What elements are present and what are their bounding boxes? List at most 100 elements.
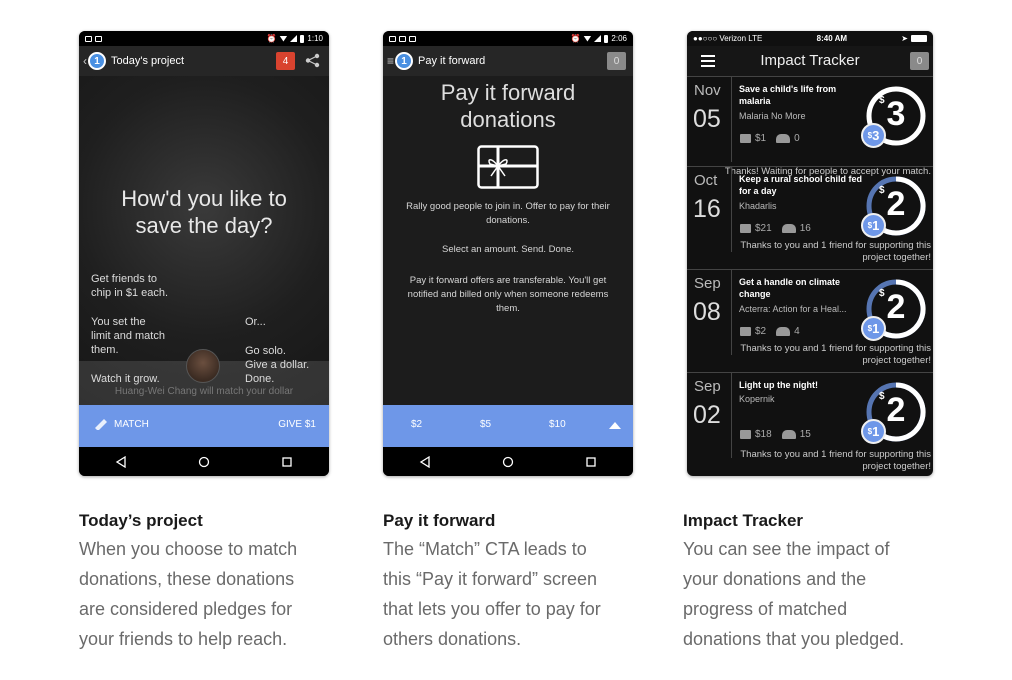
people-icon — [776, 327, 791, 336]
nav-back-icon[interactable] — [115, 455, 127, 468]
battery-icon — [300, 34, 305, 43]
people-icon — [781, 224, 796, 233]
notification-badge[interactable]: 0 — [910, 52, 929, 70]
row-stats: $21 16 — [740, 223, 811, 234]
give-button[interactable]: GIVE $1 — [278, 419, 316, 430]
row-stats: $18 15 — [740, 429, 811, 440]
amount-2-button[interactable]: $2 — [411, 419, 422, 430]
nav-home-icon[interactable] — [198, 456, 210, 468]
battery-icon — [911, 35, 927, 42]
action-bar: ‹ 1 Today's project 4 — [79, 46, 329, 76]
phone-pay-it-forward: ⏰ 2:06 ≡ 1 Pay it forward 0 Pay it forwar… — [383, 31, 633, 476]
matched-count-badge: $1 — [861, 213, 886, 238]
solo-text: Go solo. Give a dollar. Done. — [245, 345, 310, 385]
project-title: Save a child's life from malaria — [739, 84, 837, 106]
app-logo-icon[interactable]: 1 — [88, 52, 106, 70]
back-icon[interactable]: ‹ — [83, 54, 87, 68]
project-title: Keep a rural school child fed for a day — [739, 174, 863, 196]
status-bar: ●●○○○ Verizon LTE 8:40 AM ➤ — [687, 31, 933, 46]
nav-recents-icon[interactable] — [585, 456, 597, 468]
friends-text: Get friends to chip in $1 each. — [91, 273, 169, 299]
nav-home-icon[interactable] — [502, 456, 514, 468]
list-item[interactable]: Oct 16 Keep a rural school child fed for… — [687, 166, 933, 269]
instructions-text: Select an amount. Send. Done. — [441, 244, 575, 255]
caption-title: Impact Tracker — [683, 511, 804, 530]
notification-badge[interactable]: 4 — [276, 52, 295, 70]
row-stats: $1 0 — [740, 133, 800, 144]
date-month: Oct — [694, 172, 718, 189]
headline: How'd you like to save the day? — [121, 186, 287, 238]
menu-icon[interactable]: ≡ — [387, 54, 394, 68]
progress-ring: $2 $1 — [861, 278, 927, 341]
list-item[interactable]: Sep 08 Get a handle on climate change Ac… — [687, 269, 933, 372]
alarm-icon: ⏰ — [570, 34, 581, 43]
amount-bar: $2 $5 $10 — [383, 405, 633, 447]
date-day: 02 — [693, 401, 721, 429]
alarm-icon: ⏰ — [266, 34, 277, 43]
notification-badge[interactable]: 0 — [607, 52, 626, 70]
battery-icon — [604, 34, 609, 43]
system-nav-bar — [79, 447, 329, 476]
signal-icon — [290, 35, 298, 42]
people-icon — [776, 134, 791, 143]
avatar — [186, 349, 220, 383]
org-name: Kopernik — [739, 394, 775, 404]
intro-text: Rally good people to join in. Offer to p… — [406, 201, 610, 226]
matched-count-badge: $3 — [861, 123, 886, 148]
screen-title: Impact Tracker — [760, 52, 860, 69]
progress-ring: $3 $3 — [861, 85, 927, 148]
org-name: Acterra: Action for a Heal... — [739, 304, 847, 314]
row-note: Thanks to you and 1 friend for supportin… — [740, 240, 931, 263]
caption-impact-tracker: Impact Tracker You can see the impact of… — [683, 508, 943, 654]
org-name: Khadarlis — [739, 201, 777, 211]
wifi-icon — [279, 35, 288, 42]
matched-count-badge: $1 — [861, 316, 886, 341]
gift-icon — [740, 327, 751, 336]
share-icon[interactable] — [305, 53, 320, 68]
row-note: Thanks to you and 1 friend for supportin… — [740, 343, 931, 366]
gift-icon — [740, 430, 751, 439]
list-item[interactable]: Sep 02 Light up the night! Kopernik $18 1… — [687, 372, 933, 475]
status-time: 2:06 — [611, 34, 627, 43]
caption-todays-project: Today’s project When you choose to match… — [79, 508, 339, 654]
row-note: Thanks to you and 1 friend for supportin… — [740, 449, 931, 472]
date-month: Nov — [694, 82, 721, 99]
nav-back-icon[interactable] — [419, 455, 431, 468]
amount-10-button[interactable]: $10 — [549, 419, 566, 430]
page-heading: Pay it forward donations — [440, 80, 576, 132]
org-name: Malaria No More — [739, 111, 806, 121]
location-icon: ➤ — [901, 34, 908, 43]
status-bar: ⏰ 1:10 — [79, 31, 329, 46]
nav-header: Impact Tracker 0 — [687, 46, 933, 76]
list-item[interactable]: Nov 05 Save a child's life from malaria … — [687, 76, 933, 179]
transfer-text: Pay it forward offers are transferable. … — [407, 275, 609, 314]
matched-count-badge: $1 — [861, 419, 886, 444]
caption-title: Pay it forward — [383, 511, 496, 530]
status-time: 1:10 — [307, 34, 323, 43]
status-time: 8:40 AM — [816, 34, 848, 43]
phone-impact-tracker: ●●○○○ Verizon LTE 8:40 AM ➤ Impact Track… — [687, 31, 933, 476]
nav-recents-icon[interactable] — [281, 456, 293, 468]
action-bar: ≡ 1 Pay it forward 0 — [383, 46, 633, 76]
pencil-icon — [95, 419, 107, 430]
project-title: Get a handle on climate change — [739, 277, 841, 299]
cta-bar: MATCH GIVE $1 — [79, 405, 329, 447]
match-button[interactable]: MATCH — [93, 418, 149, 430]
date-month: Sep — [694, 275, 721, 292]
expand-up-icon[interactable] — [609, 421, 621, 429]
status-bar: ⏰ 2:06 — [383, 31, 633, 46]
watch-grow-text: Watch it grow. — [91, 373, 160, 385]
set-limit-text: You set the limit and match them. — [91, 316, 165, 356]
gift-icon — [740, 224, 751, 233]
date-day: 08 — [693, 298, 721, 326]
date-day: 16 — [693, 195, 721, 223]
row-stats: $2 4 — [740, 326, 800, 337]
matcher-text: Huang-Wei Chang will match your dollar — [114, 386, 294, 397]
signal-icon — [594, 35, 602, 42]
screen-title: Pay it forward — [418, 55, 486, 67]
gift-card-icon — [477, 145, 539, 189]
app-logo-icon[interactable]: 1 — [395, 52, 414, 70]
amount-5-button[interactable]: $5 — [480, 419, 491, 430]
gift-icon — [740, 134, 751, 143]
date-day: 05 — [693, 105, 721, 133]
